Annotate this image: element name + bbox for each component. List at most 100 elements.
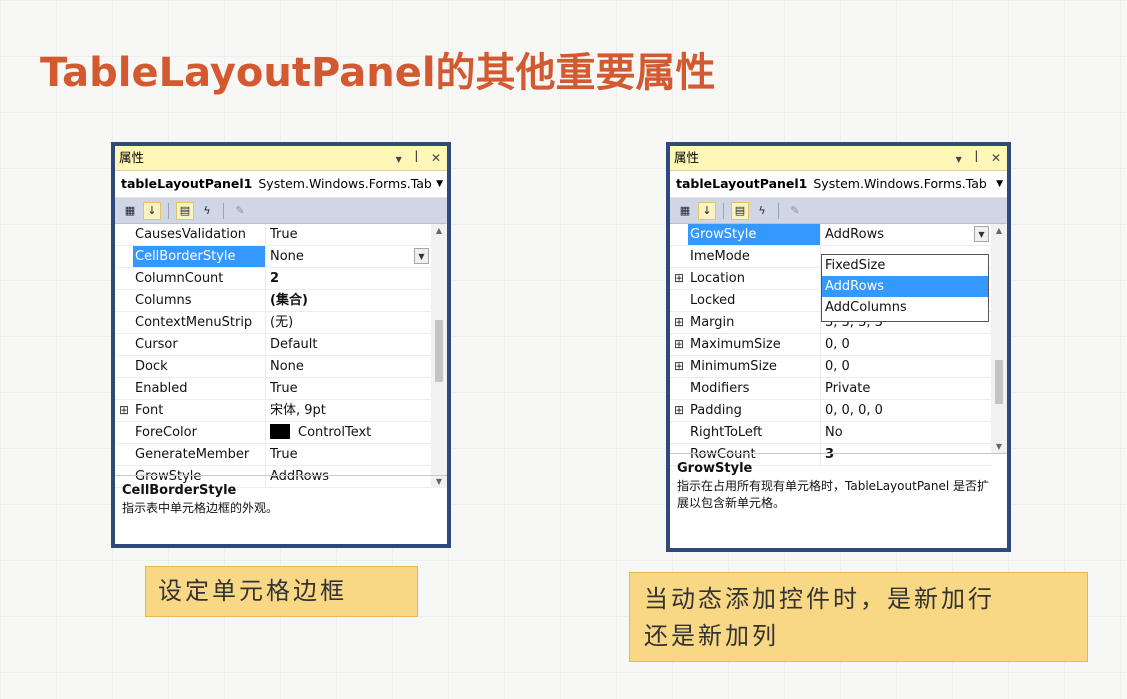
property-value[interactable]: Private xyxy=(821,378,991,399)
property-name[interactable]: GrowStyle xyxy=(688,224,821,245)
property-value[interactable]: ControlText xyxy=(266,422,431,443)
properties-icon[interactable]: ▤ xyxy=(176,201,194,220)
property-row[interactable]: ⊞ MinimumSize 0, 0 xyxy=(670,356,991,378)
property-value[interactable]: 2 xyxy=(266,268,431,289)
property-name[interactable]: Margin xyxy=(688,312,821,333)
property-name[interactable]: CausesValidation xyxy=(133,224,266,245)
property-value[interactable]: None xyxy=(266,356,431,377)
scroll-thumb[interactable] xyxy=(995,360,1003,404)
property-value[interactable]: (集合) xyxy=(266,290,431,311)
window-dropdown-icon[interactable]: ▼ xyxy=(956,155,962,164)
property-row[interactable]: Modifiers Private xyxy=(670,378,991,400)
property-value[interactable]: True xyxy=(266,444,431,465)
vertical-scrollbar[interactable]: ▲ ▼ xyxy=(431,224,447,488)
property-value[interactable]: Default xyxy=(266,334,431,355)
property-name[interactable]: Font xyxy=(133,400,266,421)
property-value[interactable]: (无) xyxy=(266,312,431,333)
property-name[interactable]: MinimumSize xyxy=(688,356,821,377)
properties-icon[interactable]: ▤ xyxy=(731,201,749,220)
property-row[interactable]: RightToLeft No xyxy=(670,422,991,444)
dropdown-button-icon[interactable]: ▼ xyxy=(974,226,989,242)
chevron-down-icon[interactable]: ▼ xyxy=(436,171,443,197)
dropdown-option-addrows[interactable]: AddRows xyxy=(822,276,988,297)
property-name[interactable]: Dock xyxy=(133,356,266,377)
property-value[interactable]: AddRows ▼ xyxy=(821,224,991,245)
description-text: 指示在占用所有现有单元格时，TableLayoutPanel 是否扩展以包含新单… xyxy=(677,479,990,510)
property-row[interactable]: Enabled True xyxy=(115,378,431,400)
property-row[interactable]: ForeColor ControlText xyxy=(115,422,431,444)
events-icon[interactable]: ϟ xyxy=(198,202,216,220)
description-pane: GrowStyle 指示在占用所有现有单元格时，TableLayoutPanel… xyxy=(670,453,1007,548)
object-selector[interactable]: tableLayoutPanel1 System.Windows.Forms.Ta… xyxy=(670,171,1007,198)
description-title: GrowStyle xyxy=(677,461,753,476)
property-row[interactable]: ContextMenuStrip (无) xyxy=(115,312,431,334)
property-name[interactable]: Cursor xyxy=(133,334,266,355)
property-value[interactable]: 0, 0 xyxy=(821,356,991,377)
close-icon[interactable]: ✕ xyxy=(431,151,441,165)
close-icon[interactable]: ✕ xyxy=(991,151,1001,165)
property-row[interactable]: CellBorderStyle None ▼ xyxy=(115,246,431,268)
row-gutter xyxy=(670,290,688,311)
property-value[interactable]: 0, 0, 0, 0 xyxy=(821,400,991,421)
property-name[interactable]: ColumnCount xyxy=(133,268,266,289)
property-row[interactable]: Dock None xyxy=(115,356,431,378)
scroll-down-icon[interactable]: ▼ xyxy=(991,442,1007,451)
expand-icon[interactable]: ⊞ xyxy=(670,400,688,421)
property-name[interactable]: Locked xyxy=(688,290,821,311)
expand-icon[interactable]: ⊞ xyxy=(670,268,688,289)
scroll-up-icon[interactable]: ▲ xyxy=(991,226,1007,235)
property-value[interactable]: 宋体, 9pt xyxy=(266,400,431,421)
property-name[interactable]: CellBorderStyle xyxy=(133,246,266,267)
events-icon[interactable]: ϟ xyxy=(753,202,771,220)
row-gutter xyxy=(115,246,133,267)
pin-icon[interactable]: ꟾ xyxy=(975,151,979,165)
vertical-scrollbar[interactable]: ▲ ▼ xyxy=(991,224,1007,453)
scroll-up-icon[interactable]: ▲ xyxy=(431,226,447,235)
row-gutter xyxy=(115,422,133,443)
alphabetical-icon[interactable]: ↓ xyxy=(143,201,161,220)
property-row[interactable]: CausesValidation True xyxy=(115,224,431,246)
alphabetical-icon[interactable]: ↓ xyxy=(698,201,716,220)
property-name[interactable]: Enabled xyxy=(133,378,266,399)
property-name[interactable]: MaximumSize xyxy=(688,334,821,355)
scroll-thumb[interactable] xyxy=(435,320,443,382)
object-name: tableLayoutPanel1 xyxy=(676,176,808,191)
property-value[interactable]: True xyxy=(266,224,431,245)
property-name[interactable]: GenerateMember xyxy=(133,444,266,465)
expand-icon[interactable]: ⊞ xyxy=(670,334,688,355)
property-row[interactable]: GenerateMember True xyxy=(115,444,431,466)
object-selector[interactable]: tableLayoutPanel1 System.Windows.Forms.Ta… xyxy=(115,171,447,198)
property-name[interactable]: Columns xyxy=(133,290,266,311)
dropdown-option-fixedsize[interactable]: FixedSize xyxy=(822,255,988,276)
categorized-icon[interactable]: ▦ xyxy=(121,202,139,220)
property-value[interactable]: No xyxy=(821,422,991,443)
property-name[interactable]: ContextMenuStrip xyxy=(133,312,266,333)
property-name[interactable]: Modifiers xyxy=(688,378,821,399)
property-row[interactable]: GrowStyle AddRows ▼ xyxy=(670,224,991,246)
property-pages-icon[interactable]: ✎ xyxy=(786,202,804,220)
property-name[interactable]: Padding xyxy=(688,400,821,421)
property-name[interactable]: ImeMode xyxy=(688,246,821,267)
pin-icon[interactable]: ꟾ xyxy=(415,151,419,165)
property-row[interactable]: ColumnCount 2 xyxy=(115,268,431,290)
property-value[interactable]: None ▼ xyxy=(266,246,431,267)
property-name[interactable]: Location xyxy=(688,268,821,289)
dropdown-option-addcolumns[interactable]: AddColumns xyxy=(822,297,988,318)
property-row[interactable]: ⊞ Font 宋体, 9pt xyxy=(115,400,431,422)
property-value[interactable]: 0, 0 xyxy=(821,334,991,355)
chevron-down-icon[interactable]: ▼ xyxy=(996,171,1003,197)
property-name[interactable]: ForeColor xyxy=(133,422,266,443)
property-row[interactable]: ⊞ MaximumSize 0, 0 xyxy=(670,334,991,356)
property-pages-icon[interactable]: ✎ xyxy=(231,202,249,220)
property-value[interactable]: True xyxy=(266,378,431,399)
property-row[interactable]: Columns (集合) xyxy=(115,290,431,312)
property-row[interactable]: Cursor Default xyxy=(115,334,431,356)
property-row[interactable]: ⊞ Padding 0, 0, 0, 0 xyxy=(670,400,991,422)
expand-icon[interactable]: ⊞ xyxy=(115,400,133,421)
categorized-icon[interactable]: ▦ xyxy=(676,202,694,220)
expand-icon[interactable]: ⊞ xyxy=(670,356,688,377)
property-name[interactable]: RightToLeft xyxy=(688,422,821,443)
dropdown-button-icon[interactable]: ▼ xyxy=(414,248,429,264)
window-dropdown-icon[interactable]: ▼ xyxy=(396,155,402,164)
expand-icon[interactable]: ⊞ xyxy=(670,312,688,333)
